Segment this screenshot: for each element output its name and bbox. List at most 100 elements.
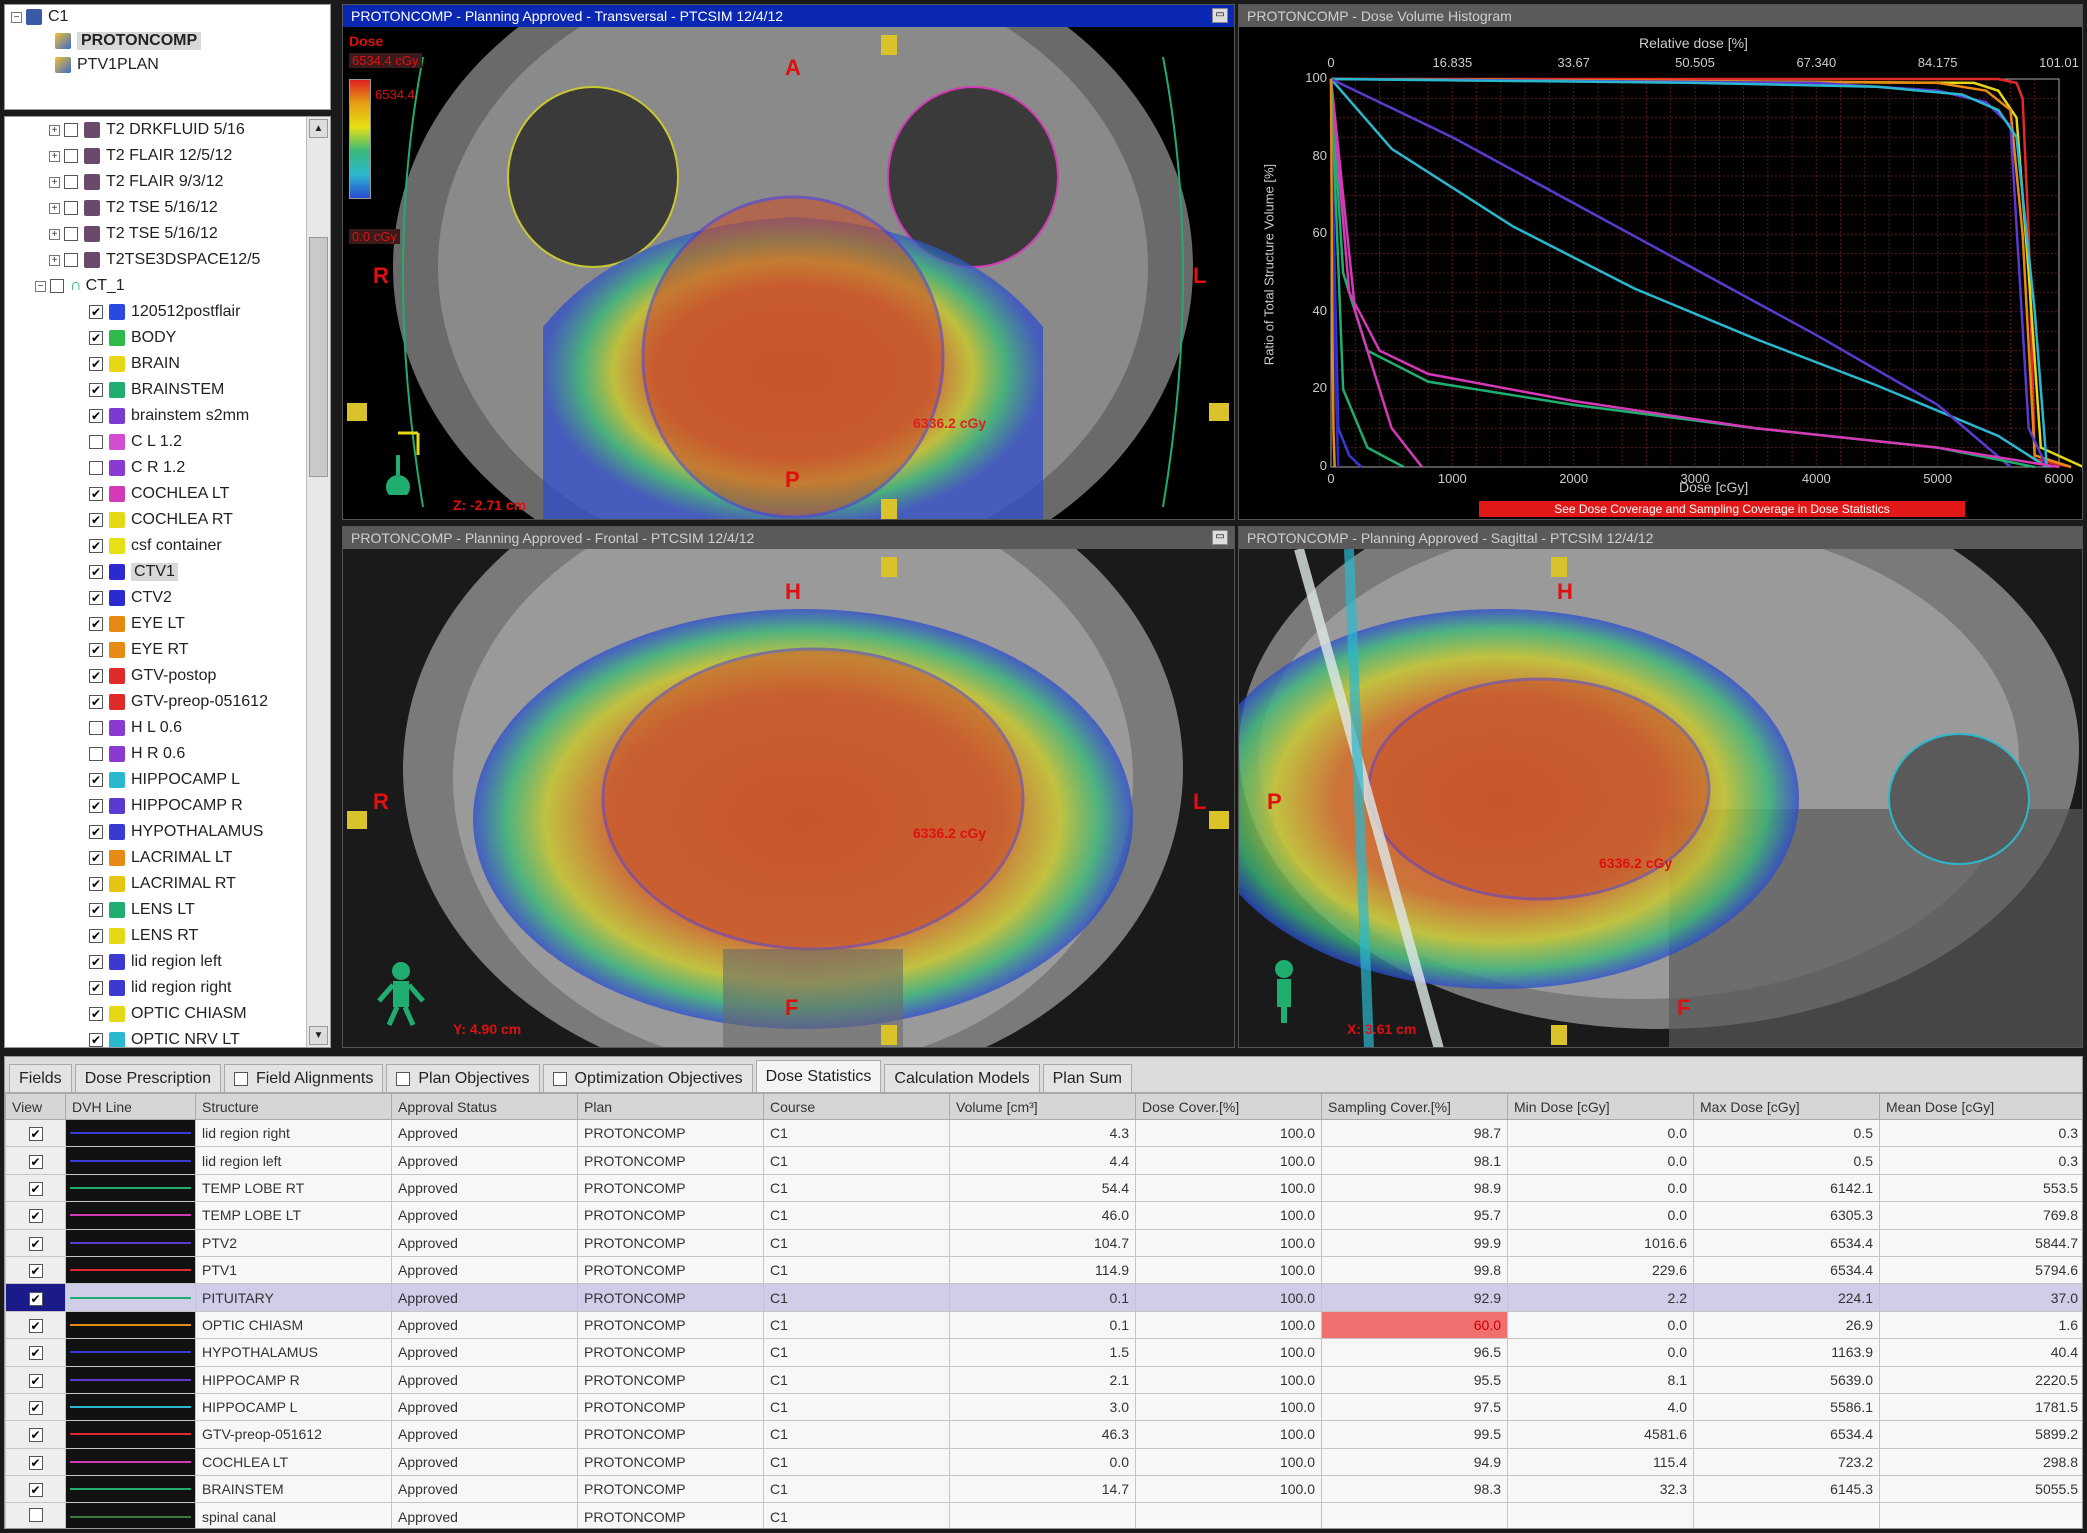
expand-icon[interactable]: + bbox=[49, 124, 60, 136]
table-row[interactable]: ✔ PTV2 Approved PROTONCOMP C1 104.7 100.0 99.9 1… bbox=[5, 1228, 2082, 1257]
dvh-view[interactable]: PROTONCOMP - Dose Volume Histogram Relat… bbox=[1238, 4, 2083, 520]
view-checkbox-cell[interactable]: ✔ bbox=[5, 1420, 66, 1449]
checkbox[interactable]: ✔ bbox=[28, 1346, 43, 1361]
checkbox[interactable]: ✔ bbox=[28, 1318, 43, 1333]
tree-structure-item[interactable]: H L 0.6 bbox=[5, 715, 330, 741]
checkbox[interactable] bbox=[64, 227, 78, 241]
tree-structure-item[interactable]: ✔ HYPOTHALAMUS bbox=[5, 819, 330, 845]
tree-structure-item[interactable]: ✔ OPTIC NRV LT bbox=[5, 1027, 330, 1047]
table-row[interactable]: spinal canal Approved PROTONCOMP C1 bbox=[5, 1502, 2082, 1528]
checkbox[interactable]: ✔ bbox=[89, 591, 103, 605]
tree-structure-item[interactable]: ✔ CTV1 bbox=[5, 559, 330, 585]
checkbox[interactable]: ✔ bbox=[89, 643, 103, 657]
checkbox[interactable]: ✔ bbox=[89, 409, 103, 423]
tree-structure-item[interactable]: ✔ GTV-postop bbox=[5, 663, 330, 689]
tree-structure-item[interactable]: ✔ HIPPOCAMP R bbox=[5, 793, 330, 819]
tree-structure-item[interactable]: H R 0.6 bbox=[5, 741, 330, 767]
checkbox[interactable] bbox=[89, 747, 103, 761]
collapse-icon[interactable]: − bbox=[35, 280, 46, 292]
tab-fields[interactable]: Fields bbox=[9, 1064, 72, 1092]
sagittal-view[interactable]: PROTONCOMP - Planning Approved - Sagitta… bbox=[1238, 526, 2083, 1048]
view-checkbox-cell[interactable]: ✔ bbox=[5, 1228, 66, 1257]
checkbox[interactable]: ✔ bbox=[89, 305, 103, 319]
tree-structure-item[interactable]: ✔ EYE LT bbox=[5, 611, 330, 637]
checkbox[interactable]: ✔ bbox=[89, 669, 103, 683]
checkbox[interactable]: ✔ bbox=[28, 1264, 43, 1279]
checkbox[interactable] bbox=[64, 253, 78, 267]
checkbox[interactable]: ✔ bbox=[89, 877, 103, 891]
table-row[interactable]: ✔ TEMP LOBE RT Approved PROTONCOMP C1 54.4 100… bbox=[5, 1173, 2082, 1203]
checkbox[interactable]: ✔ bbox=[28, 1455, 43, 1470]
checkbox[interactable]: ✔ bbox=[89, 487, 103, 501]
column-header[interactable]: Sampling Cover.[%] bbox=[1321, 1093, 1508, 1120]
tree-structure-item[interactable]: C R 1.2 bbox=[5, 455, 330, 481]
checkbox[interactable]: ✔ bbox=[89, 1007, 103, 1021]
table-row[interactable]: ✔ COCHLEA LT Approved PROTONCOMP C1 0.0 100.0 9… bbox=[5, 1447, 2082, 1477]
checkbox[interactable] bbox=[89, 721, 103, 735]
checkbox[interactable]: ✔ bbox=[89, 825, 103, 839]
tree-root[interactable]: − C1 bbox=[5, 5, 330, 29]
scroll-down-icon[interactable]: ▼ bbox=[309, 1026, 328, 1045]
crosshair-handle[interactable] bbox=[1209, 403, 1229, 421]
column-header[interactable]: Structure bbox=[195, 1093, 392, 1120]
checkbox[interactable]: ✔ bbox=[89, 903, 103, 917]
view-checkbox-cell[interactable]: ✔ bbox=[5, 1173, 66, 1203]
crosshair-handle[interactable] bbox=[881, 1025, 897, 1045]
table-row[interactable]: ✔ BRAINSTEM Approved PROTONCOMP C1 14.7 100.0 9… bbox=[5, 1475, 2082, 1504]
tree-structure-item[interactable]: ✔ LACRIMAL LT bbox=[5, 845, 330, 871]
tree-structure-item[interactable]: ✔ lid region left bbox=[5, 949, 330, 975]
tree-structure-item[interactable]: ✔ 120512postflair bbox=[5, 299, 330, 325]
crosshair-handle[interactable] bbox=[347, 403, 367, 421]
tree-series-item[interactable]: + T2 TSE 5/16/12 bbox=[5, 195, 330, 221]
table-row[interactable]: ✔ PTV1 Approved PROTONCOMP C1 114.9 100.0 99.8 2… bbox=[5, 1255, 2082, 1285]
table-row[interactable]: ✔ PITUITARY Approved PROTONCOMP C1 0.1 100.0 92… bbox=[5, 1283, 2082, 1312]
view-checkbox-cell[interactable]: ✔ bbox=[5, 1201, 66, 1230]
crosshair-handle[interactable] bbox=[881, 499, 897, 519]
tab-plan-objectives[interactable]: Plan Objectives bbox=[386, 1064, 540, 1092]
checkbox[interactable]: ✔ bbox=[89, 773, 103, 787]
tree-structure-item[interactable]: ✔ BRAINSTEM bbox=[5, 377, 330, 403]
checkbox[interactable]: ✔ bbox=[89, 331, 103, 345]
column-header[interactable]: Volume [cm³] bbox=[949, 1093, 1136, 1120]
view-checkbox-cell[interactable]: ✔ bbox=[5, 1255, 66, 1285]
checkbox[interactable]: ✔ bbox=[89, 695, 103, 709]
tab-calculation-models[interactable]: Calculation Models bbox=[884, 1064, 1040, 1092]
view-checkbox-cell[interactable]: ✔ bbox=[5, 1447, 66, 1477]
crosshair-handle[interactable] bbox=[347, 811, 367, 829]
tab-optimization-objectives[interactable]: Optimization Objectives bbox=[542, 1064, 753, 1092]
column-header[interactable]: Approval Status bbox=[391, 1093, 578, 1120]
view-checkbox-cell[interactable]: ✔ bbox=[5, 1392, 66, 1422]
tree-series-item[interactable]: + T2 DRKFLUID 5/16 bbox=[5, 117, 330, 143]
column-header[interactable]: Max Dose [cGy] bbox=[1693, 1093, 1880, 1120]
checkbox[interactable]: ✔ bbox=[89, 955, 103, 969]
checkbox[interactable]: ✔ bbox=[28, 1127, 43, 1142]
checkbox[interactable]: ✔ bbox=[28, 1483, 43, 1498]
view-checkbox-cell[interactable]: ✔ bbox=[5, 1310, 66, 1340]
checkbox[interactable]: ✔ bbox=[28, 1428, 43, 1443]
checkbox[interactable] bbox=[50, 279, 64, 293]
table-row[interactable]: ✔ lid region right Approved PROTONCOMP C1 4.3… bbox=[5, 1118, 2082, 1148]
checkbox[interactable]: ✔ bbox=[28, 1181, 43, 1196]
table-row[interactable]: ✔ HYPOTHALAMUS Approved PROTONCOMP C1 1.5 100.… bbox=[5, 1338, 2082, 1367]
tree-scrollbar[interactable]: ▲ ▼ bbox=[306, 117, 330, 1047]
tree-series-item[interactable]: + T2 FLAIR 9/3/12 bbox=[5, 169, 330, 195]
checkbox[interactable] bbox=[552, 1071, 567, 1086]
scroll-thumb[interactable] bbox=[309, 237, 328, 477]
tree-ptv-plan[interactable]: PTV1PLAN bbox=[5, 53, 330, 77]
column-header[interactable]: Plan bbox=[577, 1093, 764, 1120]
scroll-up-icon[interactable]: ▲ bbox=[309, 119, 328, 138]
table-row[interactable]: ✔ HIPPOCAMP R Approved PROTONCOMP C1 2.1 100.0… bbox=[5, 1365, 2082, 1394]
checkbox[interactable] bbox=[28, 1508, 43, 1523]
tree-structure-item[interactable]: ✔ BODY bbox=[5, 325, 330, 351]
column-header[interactable]: Mean Dose [cGy] bbox=[1879, 1093, 2082, 1120]
expand-icon[interactable]: + bbox=[49, 228, 60, 240]
maximize-icon[interactable]: ▭ bbox=[1212, 530, 1228, 545]
tree-series-item[interactable]: + T2 FLAIR 12/5/12 bbox=[5, 143, 330, 169]
crosshair-handle[interactable] bbox=[1209, 811, 1229, 829]
checkbox[interactable]: ✔ bbox=[28, 1209, 43, 1224]
tree-series-item[interactable]: + T2 TSE 5/16/12 bbox=[5, 221, 330, 247]
column-header[interactable]: Min Dose [cGy] bbox=[1507, 1093, 1694, 1120]
tree-series-item[interactable]: + T2TSE3DSPACE12/5 bbox=[5, 247, 330, 273]
checkbox[interactable]: ✔ bbox=[89, 565, 103, 579]
view-checkbox-cell[interactable]: ✔ bbox=[5, 1283, 66, 1312]
